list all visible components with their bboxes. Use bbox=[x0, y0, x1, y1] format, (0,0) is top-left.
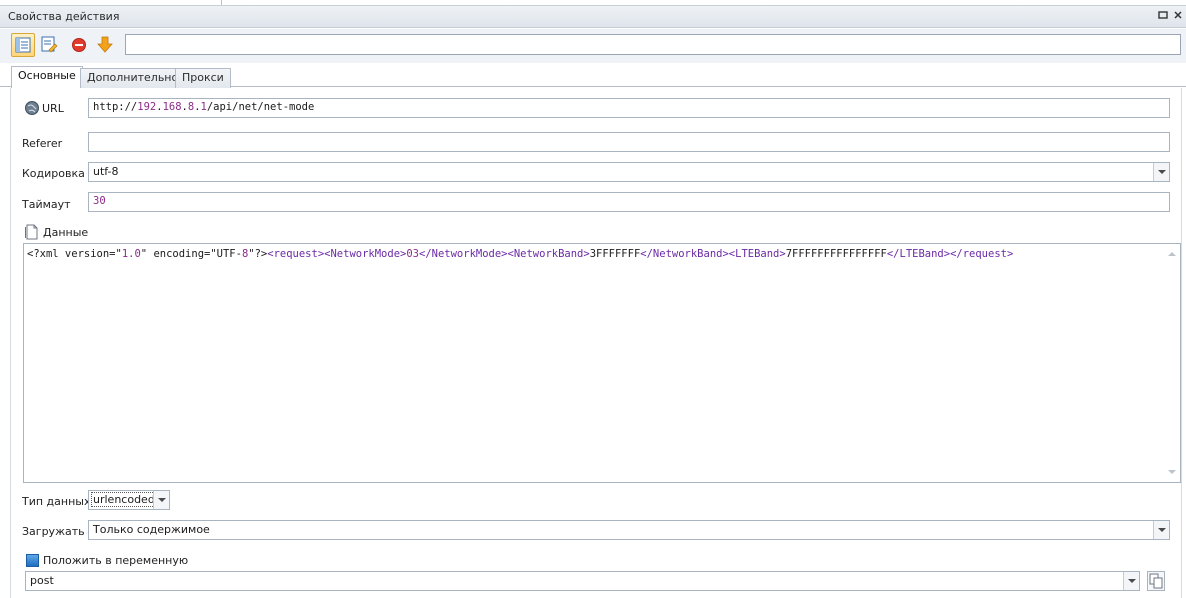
arrow-down-icon bbox=[97, 36, 113, 53]
tab-main-label: Основные bbox=[18, 69, 76, 82]
tab-advanced-label: Дополнительно bbox=[87, 71, 179, 84]
referer-label: Referer bbox=[22, 137, 63, 150]
data-token: 03 bbox=[406, 248, 419, 260]
url-prefix: http:// bbox=[93, 101, 138, 113]
encoding-dropdown-button[interactable] bbox=[1153, 163, 1169, 181]
toolbar bbox=[0, 29, 1186, 63]
data-token: <NetworkMode> bbox=[324, 248, 407, 260]
store-variable-label: Положить в переменную bbox=[43, 554, 189, 567]
globe-icon bbox=[25, 101, 39, 115]
data-content: <?xml version="1.0" encoding="UTF-8"?><r… bbox=[27, 248, 1013, 260]
url-label: URL bbox=[42, 102, 64, 115]
encoding-value: utf-8 bbox=[93, 165, 119, 178]
data-textarea[interactable]: <?xml version="1.0" encoding="UTF-8"?><r… bbox=[23, 243, 1181, 483]
stop-button[interactable] bbox=[68, 33, 92, 57]
store-variable-checkbox[interactable] bbox=[26, 554, 39, 567]
tab-proxy-label: Прокси bbox=[182, 71, 224, 84]
action-properties-panel: Свойства действия Основные Дополнительно… bbox=[0, 5, 1186, 598]
variable-dropdown-button[interactable] bbox=[1123, 572, 1139, 590]
load-label: Загружать bbox=[22, 525, 85, 538]
load-value: Только содержимое bbox=[93, 523, 210, 536]
vertical-scrollbar[interactable] bbox=[1164, 244, 1180, 482]
edit-view-button[interactable] bbox=[38, 33, 62, 57]
encoding-label: Кодировка bbox=[22, 167, 85, 180]
data-token: <LTEBand> bbox=[728, 248, 786, 260]
encoding-select[interactable]: utf-8 bbox=[88, 162, 1170, 182]
data-token: <request> bbox=[267, 248, 325, 260]
action-name-input[interactable] bbox=[125, 34, 1181, 55]
document-icon bbox=[25, 224, 38, 240]
url-ip-a: 192 bbox=[137, 101, 157, 113]
datatype-value: urlencoded bbox=[91, 492, 157, 507]
chevron-down-icon bbox=[1158, 528, 1166, 532]
datatype-label: Тип данных bbox=[22, 495, 91, 508]
data-token: " encoding="UTF- bbox=[140, 248, 242, 260]
timeout-input[interactable]: 30 bbox=[88, 192, 1170, 212]
data-token: <?xml version=" bbox=[27, 248, 122, 260]
chevron-down-icon bbox=[158, 498, 166, 502]
move-down-button[interactable] bbox=[94, 33, 118, 57]
load-dropdown-button[interactable] bbox=[1153, 521, 1169, 539]
referer-input[interactable] bbox=[88, 132, 1170, 152]
data-token: </NetworkMode> bbox=[419, 248, 508, 260]
data-token: 1.0 bbox=[121, 248, 141, 260]
datatype-select[interactable]: urlencoded bbox=[88, 490, 170, 510]
properties-view-button[interactable] bbox=[11, 33, 35, 57]
copy-icon bbox=[1149, 573, 1163, 589]
load-select[interactable]: Только содержимое bbox=[88, 520, 1170, 540]
data-token: </LTEBand> bbox=[886, 248, 951, 260]
data-token: "?> bbox=[248, 248, 268, 260]
title-bar: Свойства действия bbox=[0, 6, 1186, 28]
url-ip-b: 168 bbox=[162, 101, 182, 113]
stop-icon bbox=[72, 38, 86, 52]
main-tab-content: URL http://192.168.8.1/api/net/net-mode … bbox=[10, 88, 1182, 598]
variable-select[interactable]: post bbox=[25, 571, 1140, 591]
data-token: <NetworkBand> bbox=[507, 248, 590, 260]
window-title: Свойства действия bbox=[8, 10, 120, 23]
data-token: </request> bbox=[950, 248, 1014, 260]
timeout-label: Таймаут bbox=[22, 198, 71, 211]
tab-proxy[interactable]: Прокси bbox=[175, 68, 231, 88]
restore-icon[interactable] bbox=[1156, 9, 1170, 23]
data-label: Данные bbox=[43, 226, 89, 239]
url-input[interactable]: http://192.168.8.1/api/net/net-mode bbox=[88, 98, 1170, 118]
data-token: </NetworkBand> bbox=[640, 248, 729, 260]
tab-advanced[interactable]: Дополнительно bbox=[80, 68, 186, 88]
scroll-down-icon[interactable] bbox=[1168, 470, 1176, 474]
data-token: 3FFFFFFF bbox=[589, 248, 641, 260]
chevron-down-icon bbox=[1128, 579, 1136, 583]
edit-list-icon bbox=[41, 36, 58, 53]
data-token: 7FFFFFFFFFFFFFFF bbox=[785, 248, 887, 260]
chevron-down-icon bbox=[1158, 170, 1166, 174]
properties-grid-icon bbox=[15, 37, 31, 53]
tab-main[interactable]: Основные bbox=[11, 66, 83, 88]
variable-value: post bbox=[30, 574, 54, 587]
copy-variable-button[interactable] bbox=[1147, 571, 1165, 591]
scroll-up-icon[interactable] bbox=[1168, 252, 1176, 256]
url-path: /api/net/net-mode bbox=[206, 101, 315, 113]
tab-strip: Основные Дополнительно Прокси bbox=[0, 64, 1186, 88]
timeout-value: 30 bbox=[93, 195, 106, 207]
datatype-dropdown-button[interactable] bbox=[153, 491, 169, 509]
close-icon[interactable] bbox=[1171, 9, 1185, 23]
